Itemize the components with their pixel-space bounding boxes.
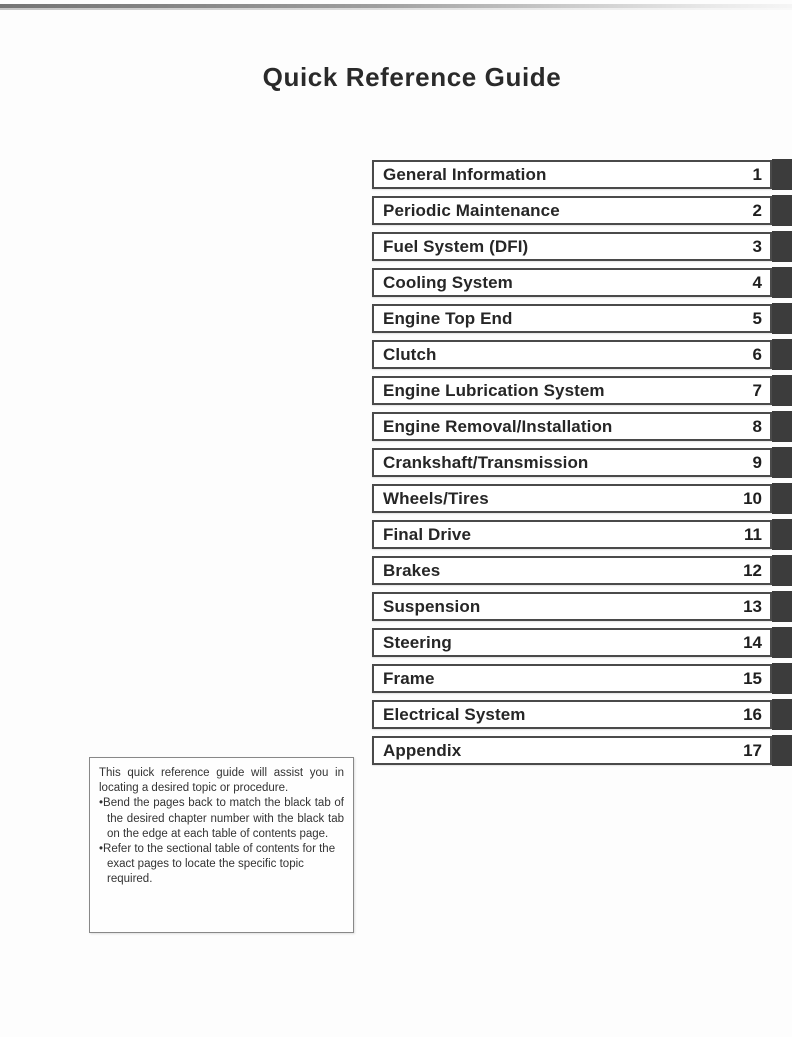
chapter-label-box[interactable]: Appendix 17	[372, 736, 772, 765]
chapter-label-box[interactable]: General Information 1	[372, 160, 772, 189]
chapter-row[interactable]: Engine Lubrication System 7	[372, 375, 792, 406]
chapter-black-tab	[772, 483, 792, 514]
chapter-row[interactable]: Brakes 12	[372, 555, 792, 586]
chapter-name: Frame	[383, 668, 435, 688]
chapter-number: 7	[752, 380, 762, 400]
chapter-name: General Information	[383, 164, 547, 184]
chapter-number: 16	[743, 704, 762, 724]
chapter-name: Engine Lubrication System	[383, 380, 605, 400]
chapter-label-box[interactable]: Suspension 13	[372, 592, 772, 621]
chapter-label-box[interactable]: Periodic Maintenance 2	[372, 196, 772, 225]
chapter-black-tab	[772, 663, 792, 694]
chapter-row[interactable]: Appendix 17	[372, 735, 792, 766]
chapter-number: 5	[752, 308, 762, 328]
chapter-row[interactable]: Engine Removal/Installation 8	[372, 411, 792, 442]
chapter-label-box[interactable]: Fuel System (DFI) 3	[372, 232, 772, 261]
chapter-black-tab	[772, 591, 792, 622]
chapter-index-list: General Information 1 Periodic Maintenance…	[372, 159, 792, 772]
chapter-name: Periodic Maintenance	[383, 200, 560, 220]
chapter-name: Fuel System (DFI)	[383, 236, 529, 256]
reference-note-box: This quick reference guide will assist y…	[89, 757, 354, 933]
chapter-black-tab	[772, 411, 792, 442]
chapter-name: Final Drive	[383, 524, 472, 544]
chapter-label-box[interactable]: Engine Removal/Installation 8	[372, 412, 772, 441]
chapter-number: 12	[743, 560, 762, 580]
chapter-row[interactable]: Final Drive 11	[372, 519, 792, 550]
chapter-number: 4	[752, 272, 762, 292]
chapter-label-box[interactable]: Wheels/Tires 10	[372, 484, 772, 513]
chapter-number: 11	[744, 524, 762, 544]
chapter-row[interactable]: Wheels/Tires 10	[372, 483, 792, 514]
chapter-row[interactable]: Engine Top End 5	[372, 303, 792, 334]
chapter-black-tab	[772, 231, 792, 262]
chapter-label-box[interactable]: Engine Top End 5	[372, 304, 772, 333]
chapter-row[interactable]: General Information 1	[372, 159, 792, 190]
chapter-black-tab	[772, 627, 792, 658]
chapter-number: 14	[743, 632, 762, 652]
chapter-black-tab	[772, 267, 792, 298]
chapter-name: Appendix	[383, 740, 462, 760]
chapter-row[interactable]: Steering 14	[372, 627, 792, 658]
chapter-black-tab	[772, 375, 792, 406]
chapter-label-box[interactable]: Cooling System 4	[372, 268, 772, 297]
chapter-name: Cooling System	[383, 272, 513, 292]
note-bullet-item: •Refer to the sectional table of content…	[99, 842, 344, 888]
chapter-black-tab	[772, 735, 792, 766]
note-bullet-text: Refer to the sectional table of contents…	[103, 843, 336, 886]
chapter-name: Steering	[383, 632, 452, 652]
chapter-name: Clutch	[383, 344, 437, 364]
scan-edge-artifact-secondary	[0, 8, 792, 10]
chapter-row[interactable]: Clutch 6	[372, 339, 792, 370]
chapter-row[interactable]: Fuel System (DFI) 3	[372, 231, 792, 262]
chapter-number: 1	[752, 164, 762, 184]
chapter-name: Brakes	[383, 560, 441, 580]
chapter-number: 13	[743, 596, 762, 616]
chapter-row[interactable]: Electrical System 16	[372, 699, 792, 730]
note-intro-text: This quick reference guide will assist y…	[99, 767, 344, 795]
chapter-name: Engine Removal/Installation	[383, 416, 613, 436]
chapter-number: 9	[752, 452, 762, 472]
chapter-name: Crankshaft/Transmission	[383, 452, 589, 472]
chapter-black-tab	[772, 159, 792, 190]
chapter-name: Suspension	[383, 596, 481, 616]
page-title: Quick Reference Guide	[262, 62, 562, 92]
chapter-label-box[interactable]: Steering 14	[372, 628, 772, 657]
chapter-black-tab	[772, 339, 792, 370]
chapter-name: Electrical System	[383, 704, 526, 724]
note-bullet-text: Bend the pages back to match the black t…	[103, 797, 344, 840]
chapter-number: 15	[743, 668, 762, 688]
chapter-label-box[interactable]: Engine Lubrication System 7	[372, 376, 772, 405]
chapter-row[interactable]: Frame 15	[372, 663, 792, 694]
chapter-black-tab	[772, 555, 792, 586]
chapter-row[interactable]: Periodic Maintenance 2	[372, 195, 792, 226]
chapter-number: 2	[752, 200, 762, 220]
chapter-number: 8	[752, 416, 762, 436]
chapter-number: 17	[743, 740, 762, 760]
chapter-name: Wheels/Tires	[383, 488, 489, 508]
chapter-label-box[interactable]: Electrical System 16	[372, 700, 772, 729]
chapter-label-box[interactable]: Crankshaft/Transmission 9	[372, 448, 772, 477]
chapter-number: 6	[752, 344, 762, 364]
chapter-row[interactable]: Suspension 13	[372, 591, 792, 622]
chapter-black-tab	[772, 447, 792, 478]
chapter-label-box[interactable]: Final Drive 11	[372, 520, 772, 549]
chapter-number: 10	[743, 488, 762, 508]
chapter-black-tab	[772, 303, 792, 334]
page-canvas: Quick Reference Guide General Informatio…	[0, 0, 792, 1037]
chapter-label-box[interactable]: Frame 15	[372, 664, 772, 693]
chapter-number: 3	[752, 236, 762, 256]
note-bullet-item: •Bend the pages back to match the black …	[99, 796, 344, 842]
chapter-black-tab	[772, 519, 792, 550]
chapter-label-box[interactable]: Clutch 6	[372, 340, 772, 369]
chapter-label-box[interactable]: Brakes 12	[372, 556, 772, 585]
chapter-black-tab	[772, 699, 792, 730]
chapter-row[interactable]: Cooling System 4	[372, 267, 792, 298]
chapter-name: Engine Top End	[383, 308, 513, 328]
chapter-black-tab	[772, 195, 792, 226]
chapter-row[interactable]: Crankshaft/Transmission 9	[372, 447, 792, 478]
